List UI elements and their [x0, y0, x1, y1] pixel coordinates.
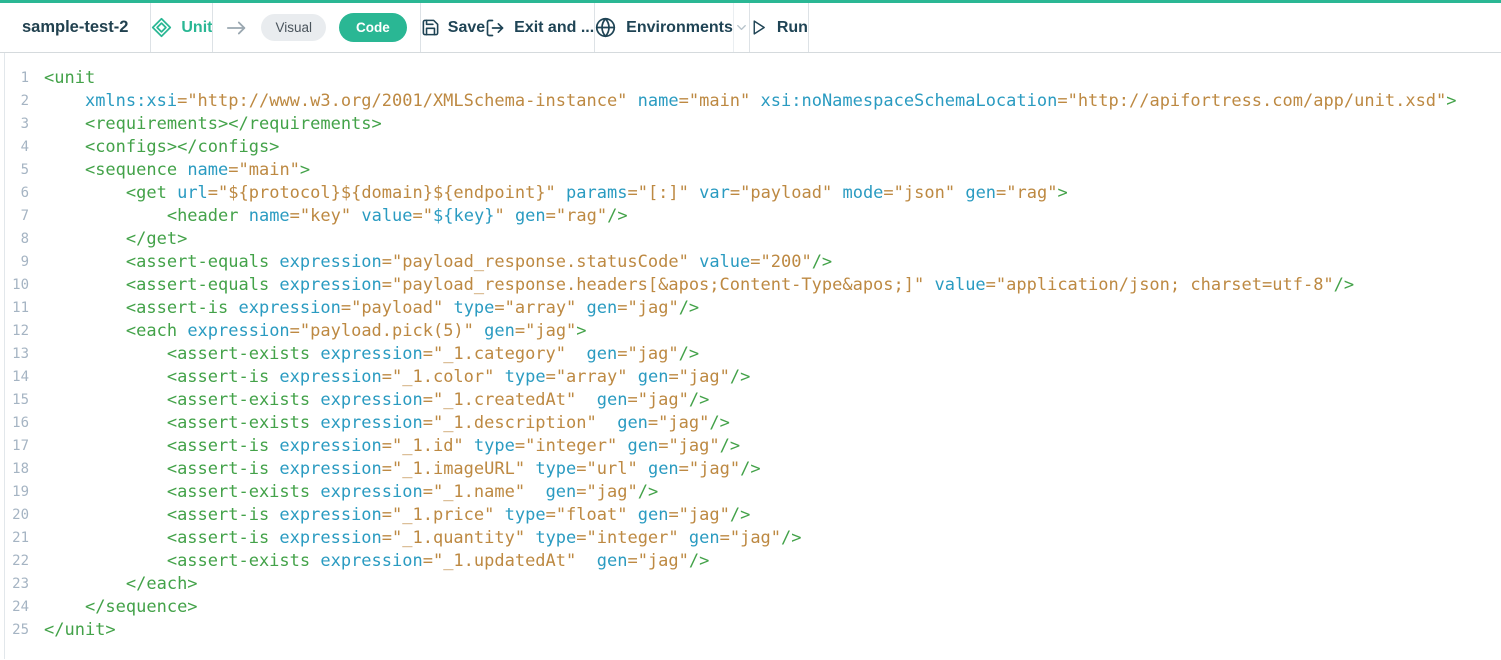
code-line[interactable]: 17 <assert-is expression="_1.id" type="i… — [0, 435, 1501, 458]
code-line[interactable]: 16 <assert-exists expression="_1.descrip… — [0, 412, 1501, 435]
code-line[interactable]: 11 <assert-is expression="payload" type=… — [0, 297, 1501, 320]
mode-code-button[interactable]: Code — [339, 13, 407, 43]
code-line[interactable]: 2 xmlns:xsi="http://www.w3.org/2001/XMLS… — [0, 90, 1501, 113]
test-title: sample-test-2 — [0, 3, 150, 52]
code-line[interactable]: 14 <assert-is expression="_1.color" type… — [0, 366, 1501, 389]
code-line-content[interactable]: <sequence name="main"> — [29, 159, 310, 182]
code-line[interactable]: 19 <assert-exists expression="_1.name" g… — [0, 481, 1501, 504]
save-floppy-icon — [421, 18, 440, 37]
code-line[interactable]: 23 </each> — [0, 573, 1501, 596]
mode-switcher: Visual Code — [213, 3, 419, 52]
code-line[interactable]: 8 </get> — [0, 228, 1501, 251]
code-line-content[interactable]: <assert-is expression="_1.price" type="f… — [29, 504, 750, 527]
code-line[interactable]: 25</unit> — [0, 619, 1501, 642]
unit-label: Unit — [181, 19, 212, 37]
code-line-content[interactable]: </each> — [29, 573, 198, 596]
code-line[interactable]: 6 <get url="${protocol}${domain}${endpoi… — [0, 182, 1501, 205]
code-line-content[interactable]: <assert-is expression="_1.quantity" type… — [29, 527, 802, 550]
code-line[interactable]: 3 <requirements></requirements> — [0, 113, 1501, 136]
code-line-content[interactable]: xmlns:xsi="http://www.w3.org/2001/XMLSch… — [29, 90, 1457, 113]
code-editor[interactable]: 1<unit2 xmlns:xsi="http://www.w3.org/200… — [0, 53, 1501, 659]
environments-label: Environments — [626, 19, 733, 37]
code-line-content[interactable]: <requirements></requirements> — [29, 113, 382, 136]
code-line[interactable]: 21 <assert-is expression="_1.quantity" t… — [0, 527, 1501, 550]
code-line-content[interactable]: <assert-exists expression="_1.descriptio… — [29, 412, 730, 435]
code-line-content[interactable]: <each expression="payload.pick(5)" gen="… — [29, 320, 587, 343]
code-line-content[interactable]: <header name="key" value="${key}" gen="r… — [29, 205, 628, 228]
gutter-border — [4, 53, 5, 659]
code-line[interactable]: 13 <assert-exists expression="_1.categor… — [0, 343, 1501, 366]
code-line-content[interactable]: <assert-is expression="payload" type="ar… — [29, 297, 699, 320]
unit-button[interactable]: Unit — [151, 3, 212, 52]
code-line-content[interactable]: </get> — [29, 228, 187, 251]
code-line[interactable]: 10 <assert-equals expression="payload_re… — [0, 274, 1501, 297]
exit-button[interactable]: Exit and ... — [485, 3, 594, 52]
code-line[interactable]: 4 <configs></configs> — [0, 136, 1501, 159]
code-line-content[interactable]: <assert-is expression="_1.color" type="a… — [29, 366, 750, 389]
code-line-content[interactable]: </unit> — [29, 619, 116, 642]
code-line[interactable]: 9 <assert-equals expression="payload_res… — [0, 251, 1501, 274]
environments-dropdown-toggle[interactable] — [734, 3, 749, 52]
run-button[interactable]: Run — [750, 3, 808, 52]
code-line[interactable]: 5 <sequence name="main"> — [0, 159, 1501, 182]
save-label: Save — [448, 19, 485, 37]
code-line-content[interactable]: <get url="${protocol}${domain}${endpoint… — [29, 182, 1068, 205]
toolbar: sample-test-2 Unit Visual Code — [0, 0, 1501, 53]
code-line[interactable]: 15 <assert-exists expression="_1.created… — [0, 389, 1501, 412]
code-line[interactable]: 1<unit — [0, 67, 1501, 90]
code-line-content[interactable]: <unit — [29, 67, 95, 90]
code-line-content[interactable]: <assert-equals expression="payload_respo… — [29, 274, 1354, 297]
toolbar-divider — [808, 3, 809, 52]
code-line-content[interactable]: <assert-equals expression="payload_respo… — [29, 251, 832, 274]
code-line-content[interactable]: <assert-is expression="_1.imageURL" type… — [29, 458, 761, 481]
code-area[interactable]: 1<unit2 xmlns:xsi="http://www.w3.org/200… — [0, 67, 1501, 642]
exit-icon — [485, 18, 505, 38]
code-line-content[interactable]: <assert-exists expression="_1.category" … — [29, 343, 699, 366]
exit-label: Exit and ... — [514, 19, 594, 37]
arrow-right-icon — [226, 20, 248, 36]
code-line[interactable]: 7 <header name="key" value="${key}" gen=… — [0, 205, 1501, 228]
code-line-content[interactable]: <assert-is expression="_1.id" type="inte… — [29, 435, 740, 458]
code-line[interactable]: 18 <assert-is expression="_1.imageURL" t… — [0, 458, 1501, 481]
code-line[interactable]: 20 <assert-is expression="_1.price" type… — [0, 504, 1501, 527]
globe-icon — [595, 17, 616, 38]
code-line-content[interactable]: </sequence> — [29, 596, 198, 619]
code-line-content[interactable]: <assert-exists expression="_1.name" gen=… — [29, 481, 658, 504]
code-line-content[interactable]: <assert-exists expression="_1.updatedAt"… — [29, 550, 709, 573]
save-button[interactable]: Save — [421, 3, 485, 52]
run-label: Run — [777, 19, 808, 37]
code-line[interactable]: 24 </sequence> — [0, 596, 1501, 619]
play-icon — [750, 18, 767, 37]
environments-button[interactable]: Environments — [595, 3, 733, 52]
code-line[interactable]: 12 <each expression="payload.pick(5)" ge… — [0, 320, 1501, 343]
code-line-content[interactable]: <assert-exists expression="_1.createdAt"… — [29, 389, 709, 412]
code-line-content[interactable]: <configs></configs> — [29, 136, 279, 159]
chevron-down-icon — [734, 20, 749, 35]
unit-cube-icon — [151, 17, 172, 38]
mode-visual-button[interactable]: Visual — [261, 14, 326, 42]
code-line[interactable]: 22 <assert-exists expression="_1.updated… — [0, 550, 1501, 573]
